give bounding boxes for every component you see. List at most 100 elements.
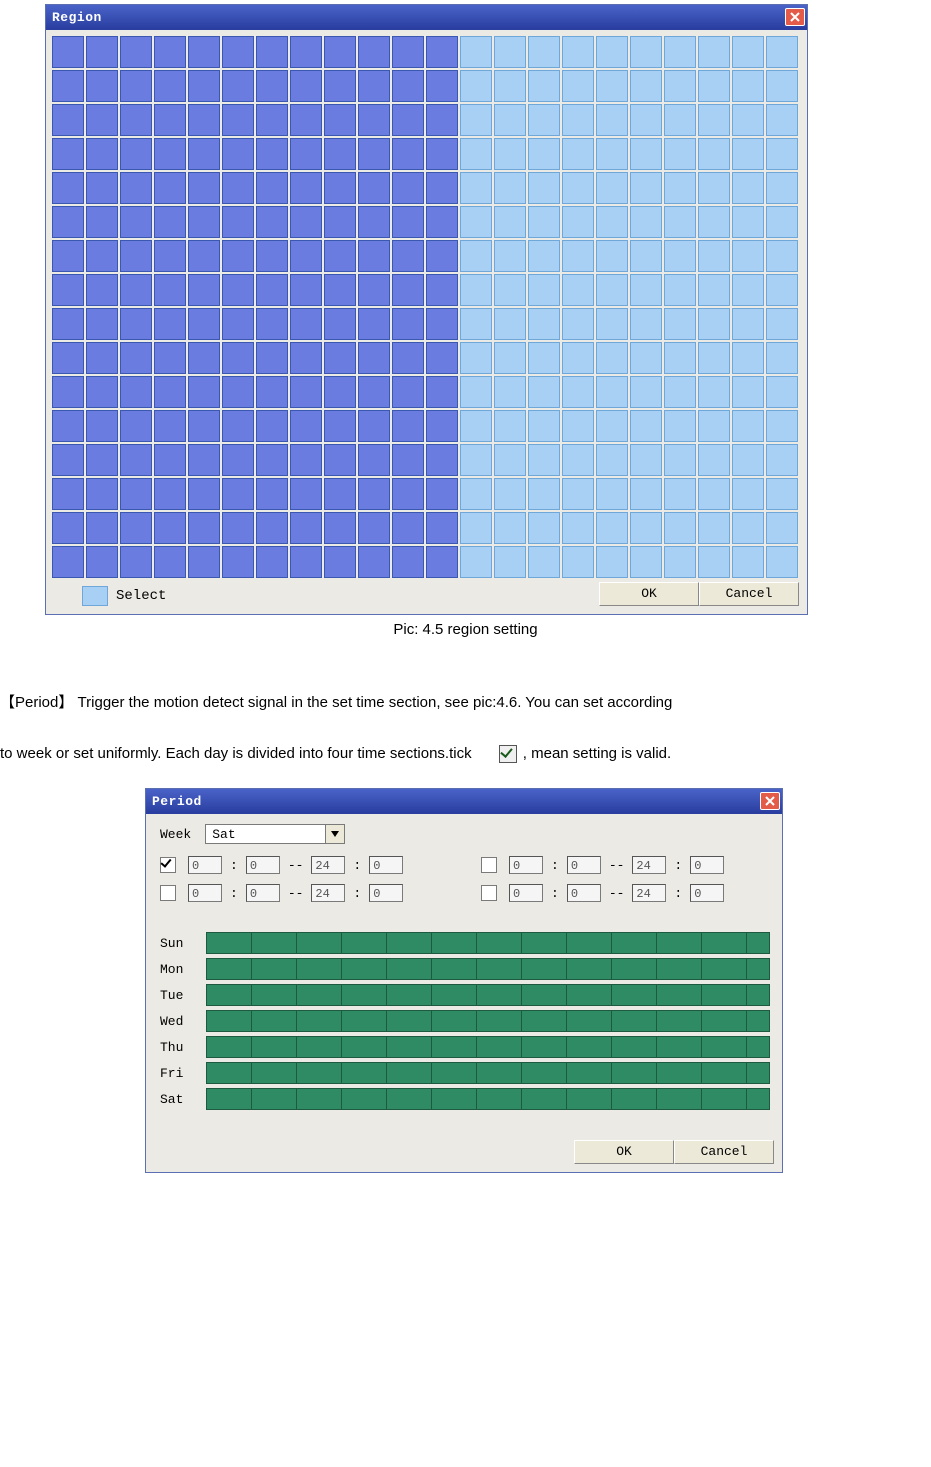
grid-cell[interactable] xyxy=(290,138,322,170)
region-grid[interactable] xyxy=(46,30,807,578)
grid-cell[interactable] xyxy=(86,70,118,102)
grid-cell[interactable] xyxy=(630,104,662,136)
grid-cell[interactable] xyxy=(86,138,118,170)
grid-cell[interactable] xyxy=(120,240,152,272)
grid-cell[interactable] xyxy=(766,342,798,374)
grid-cell[interactable] xyxy=(426,274,458,306)
grid-cell[interactable] xyxy=(664,274,696,306)
grid-cell[interactable] xyxy=(290,36,322,68)
grid-cell[interactable] xyxy=(392,342,424,374)
grid-cell[interactable] xyxy=(222,444,254,476)
grid-cell[interactable] xyxy=(392,36,424,68)
grid-cell[interactable] xyxy=(698,172,730,204)
grid-cell[interactable] xyxy=(528,240,560,272)
grid-cell[interactable] xyxy=(52,546,84,578)
grid-cell[interactable] xyxy=(426,138,458,170)
grid-cell[interactable] xyxy=(664,512,696,544)
grid-cell[interactable] xyxy=(290,376,322,408)
start-hour[interactable]: 0 xyxy=(188,856,222,874)
grid-cell[interactable] xyxy=(188,172,220,204)
grid-cell[interactable] xyxy=(460,512,492,544)
grid-cell[interactable] xyxy=(222,478,254,510)
grid-cell[interactable] xyxy=(290,104,322,136)
start-hour[interactable]: 0 xyxy=(188,884,222,902)
grid-cell[interactable] xyxy=(324,172,356,204)
grid-cell[interactable] xyxy=(392,172,424,204)
grid-cell[interactable] xyxy=(290,274,322,306)
grid-cell[interactable] xyxy=(52,206,84,238)
grid-cell[interactable] xyxy=(120,104,152,136)
grid-cell[interactable] xyxy=(494,376,526,408)
grid-cell[interactable] xyxy=(290,478,322,510)
grid-cell[interactable] xyxy=(324,104,356,136)
grid-cell[interactable] xyxy=(188,36,220,68)
grid-cell[interactable] xyxy=(154,70,186,102)
grid-cell[interactable] xyxy=(562,36,594,68)
grid-cell[interactable] xyxy=(596,206,628,238)
grid-cell[interactable] xyxy=(256,172,288,204)
grid-cell[interactable] xyxy=(596,444,628,476)
grid-cell[interactable] xyxy=(52,138,84,170)
grid-cell[interactable] xyxy=(562,512,594,544)
grid-cell[interactable] xyxy=(766,104,798,136)
grid-cell[interactable] xyxy=(358,512,390,544)
grid-cell[interactable] xyxy=(256,206,288,238)
grid-cell[interactable] xyxy=(494,512,526,544)
grid-cell[interactable] xyxy=(222,36,254,68)
grid-cell[interactable] xyxy=(630,138,662,170)
grid-cell[interactable] xyxy=(52,376,84,408)
grid-cell[interactable] xyxy=(426,478,458,510)
grid-cell[interactable] xyxy=(256,240,288,272)
grid-cell[interactable] xyxy=(596,172,628,204)
end-hour[interactable]: 24 xyxy=(632,884,666,902)
grid-cell[interactable] xyxy=(698,410,730,442)
grid-cell[interactable] xyxy=(256,410,288,442)
grid-cell[interactable] xyxy=(290,546,322,578)
grid-cell[interactable] xyxy=(358,478,390,510)
grid-cell[interactable] xyxy=(222,546,254,578)
grid-cell[interactable] xyxy=(766,206,798,238)
grid-cell[interactable] xyxy=(732,444,764,476)
grid-cell[interactable] xyxy=(324,410,356,442)
grid-cell[interactable] xyxy=(324,444,356,476)
grid-cell[interactable] xyxy=(596,478,628,510)
grid-cell[interactable] xyxy=(562,70,594,102)
grid-cell[interactable] xyxy=(494,478,526,510)
grid-cell[interactable] xyxy=(154,36,186,68)
grid-cell[interactable] xyxy=(630,274,662,306)
grid-cell[interactable] xyxy=(596,36,628,68)
grid-cell[interactable] xyxy=(86,444,118,476)
grid-cell[interactable] xyxy=(494,36,526,68)
grid-cell[interactable] xyxy=(596,274,628,306)
grid-cell[interactable] xyxy=(460,274,492,306)
grid-cell[interactable] xyxy=(664,478,696,510)
grid-cell[interactable] xyxy=(426,172,458,204)
grid-cell[interactable] xyxy=(392,512,424,544)
grid-cell[interactable] xyxy=(596,138,628,170)
grid-cell[interactable] xyxy=(358,410,390,442)
grid-cell[interactable] xyxy=(732,546,764,578)
grid-cell[interactable] xyxy=(324,36,356,68)
grid-cell[interactable] xyxy=(392,104,424,136)
grid-cell[interactable] xyxy=(766,546,798,578)
grid-cell[interactable] xyxy=(562,376,594,408)
grid-cell[interactable] xyxy=(494,138,526,170)
grid-cell[interactable] xyxy=(698,512,730,544)
grid-cell[interactable] xyxy=(86,206,118,238)
grid-cell[interactable] xyxy=(188,206,220,238)
grid-cell[interactable] xyxy=(664,70,696,102)
grid-cell[interactable] xyxy=(392,70,424,102)
grid-cell[interactable] xyxy=(630,546,662,578)
grid-cell[interactable] xyxy=(188,444,220,476)
grid-cell[interactable] xyxy=(256,36,288,68)
grid-cell[interactable] xyxy=(766,308,798,340)
grid-cell[interactable] xyxy=(664,410,696,442)
grid-cell[interactable] xyxy=(154,308,186,340)
grid-cell[interactable] xyxy=(392,308,424,340)
grid-cell[interactable] xyxy=(766,478,798,510)
grid-cell[interactable] xyxy=(426,104,458,136)
day-bar[interactable] xyxy=(206,1062,770,1084)
grid-cell[interactable] xyxy=(630,206,662,238)
grid-cell[interactable] xyxy=(256,444,288,476)
grid-cell[interactable] xyxy=(766,376,798,408)
